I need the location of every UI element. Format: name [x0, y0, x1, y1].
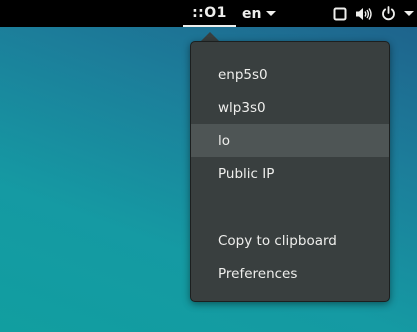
menu-item-label: Public IP	[218, 165, 275, 182]
system-menu-button[interactable]	[333, 0, 417, 27]
language-label: en	[242, 5, 262, 22]
preferences-button[interactable]: Preferences	[191, 257, 389, 290]
menu-item-wlp3s0[interactable]: wlp3s0	[191, 91, 389, 124]
menu-item-label: Copy to clipboard	[218, 232, 337, 249]
copy-to-clipboard-button[interactable]: Copy to clipboard	[191, 224, 389, 257]
ip-address-indicator[interactable]: ::O1	[183, 0, 236, 27]
ip-address-menu: enp5s0 wlp3s0 lo Public IP Copy to clipb…	[190, 41, 390, 302]
menu-item-label: lo	[218, 132, 231, 149]
menu-item-label: enp5s0	[218, 66, 268, 83]
chevron-down-icon	[266, 11, 277, 16]
menu-item-enp5s0[interactable]: enp5s0	[191, 58, 389, 91]
menu-item-public-ip[interactable]: Public IP	[191, 157, 389, 190]
menu-item-lo[interactable]: lo	[191, 124, 389, 157]
ip-address-label: ::O1	[192, 4, 227, 21]
top-panel: ::O1 en	[0, 0, 417, 27]
power-icon	[381, 6, 396, 21]
keyboard-layout-indicator[interactable]: en	[242, 0, 277, 27]
menu-item-label: Preferences	[218, 265, 298, 282]
chevron-down-icon	[404, 11, 414, 16]
volume-icon	[355, 7, 373, 21]
window-icon	[333, 7, 347, 21]
menu-item-label: wlp3s0	[218, 99, 266, 116]
menu-separator	[191, 190, 389, 224]
